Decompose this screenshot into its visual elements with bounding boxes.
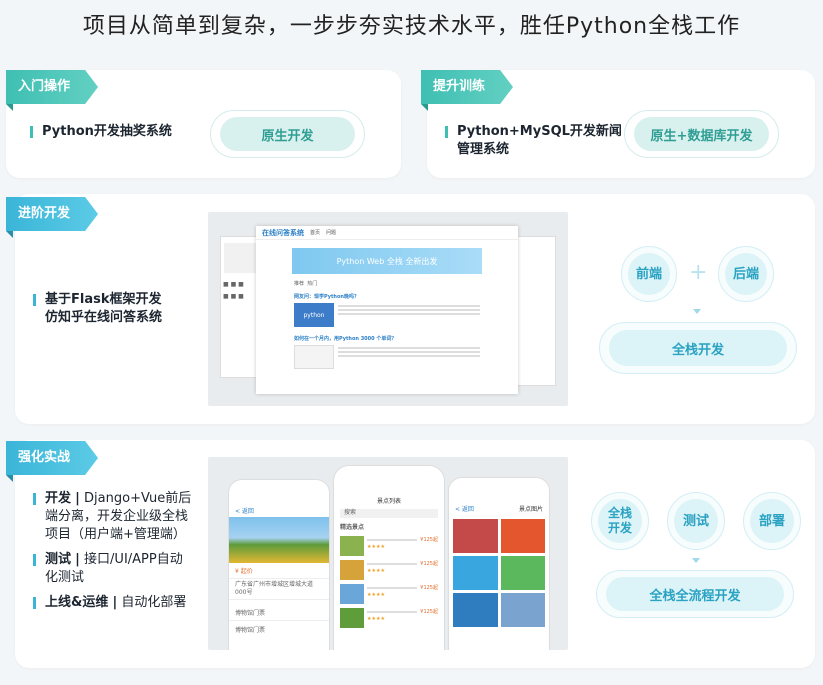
fullstack-circle-label: 全栈开发 — [598, 499, 642, 543]
advanced-item-line1: 基于Flask框架开发 — [45, 292, 162, 307]
phone-2-price-2: ¥125起 — [420, 561, 438, 567]
mock-filter-2: 热门 — [307, 281, 318, 287]
upgrade-card: 提升训练 Python+MySQL开发新闻 管理系统 原生+数据库开发 — [421, 70, 815, 178]
phone-1-address: 广东省广州市增城区增城大道000号 — [229, 578, 329, 599]
deploy-circle: 部署 — [743, 492, 801, 550]
phone-2-search: 搜索 — [340, 509, 438, 518]
advanced-tag: 进阶开发 — [6, 197, 98, 231]
deploy-circle-label: 部署 — [750, 499, 794, 543]
dev-line3: 项目（用户端+管理端） — [45, 527, 186, 542]
mock-right-panel — [516, 236, 556, 386]
phone-1-ticket-2: 博物馆门票 — [229, 620, 329, 637]
backend-label: 后端 — [725, 253, 767, 295]
advanced-arrow-icon — [693, 309, 701, 314]
phone-3: < 返回 景点图片 — [448, 477, 550, 650]
mock-post-2-title: 如何在一个月内，用Python 3000 个单词？ — [294, 336, 397, 342]
test-bold: 测试 — [45, 552, 72, 567]
phone-3-grid — [449, 513, 549, 633]
entry-tag: 入门操作 — [6, 70, 98, 104]
phone-2-title: 景点列表 — [376, 498, 401, 505]
sep-3: | — [112, 595, 118, 610]
mock-post-1: 网友问：现学Python晚吗？ python — [294, 293, 480, 327]
phone-1-back: < 返回 — [235, 508, 254, 515]
test-line1: 接口/UI/APP自动 — [84, 552, 183, 567]
advanced-item: 基于Flask框架开发 仿知乎在线问答系统 — [33, 291, 213, 327]
upgrade-item: Python+MySQL开发新闻 管理系统 — [445, 123, 635, 159]
ops-line1: 自动化部署 — [121, 595, 187, 610]
advanced-card: 进阶开发 基于Flask框架开发 仿知乎在线问答系统 ■ ■ ■ ■ ■ ■ 在… — [6, 194, 815, 424]
strengthen-tag-fold — [6, 475, 13, 482]
plus-icon: + — [689, 260, 708, 285]
entry-pill-label: 原生开发 — [220, 117, 355, 151]
test-circle: 测试 — [667, 492, 725, 550]
flow-pill: 全栈全流程开发 — [596, 570, 794, 618]
strengthen-item-test: 测试 | 接口/UI/APP自动 化测试 — [33, 551, 213, 587]
phone-2-list: ★★★★ ¥125起 ★★★★ ¥125起 ★★★★ ¥125起 ★★★★ ¥125起 — [334, 534, 444, 634]
backend-circle: 后端 — [718, 246, 774, 302]
strengthen-tag: 强化实战 — [6, 441, 98, 475]
mock-tab-q: 问题 — [326, 230, 337, 236]
qa-site-screenshot: ■ ■ ■ ■ ■ ■ 在线问答系统 首页 问题 Python Web 全栈 全… — [208, 212, 568, 406]
upgrade-item-line1: Python+MySQL开发新闻 — [457, 124, 622, 139]
mock-site-title: 在线问答系统 — [262, 228, 304, 237]
mock-left-panel: ■ ■ ■ ■ ■ ■ — [220, 236, 260, 378]
page-headline: 项目从简单到复杂，一步步夯实技术水平，胜任Python全栈工作 — [82, 14, 741, 39]
fullstack-pill: 全栈开发 — [599, 322, 797, 374]
fullstack-label: 全栈开发 — [609, 330, 787, 366]
phone-1-ticket-1: 博物馆门票 — [229, 599, 329, 620]
dev-line1: Django+Vue前后 — [84, 491, 192, 506]
app-screenshots: < 返回 ¥ 起价 广东省广州市增城区增城大道000号 博物馆门票 博物馆门票 … — [208, 457, 568, 650]
phone-2-price-3: ¥125起 — [420, 585, 438, 591]
dev-bold: 开发 — [45, 491, 72, 506]
strengthen-item-ops: 上线&运维 | 自动化部署 — [33, 594, 213, 612]
upgrade-pill-label: 原生+数据库开发 — [634, 117, 769, 151]
fullstack-circle: 全栈开发 — [591, 492, 649, 550]
test-line2: 化测试 — [45, 570, 85, 585]
sep-1: | — [75, 491, 80, 506]
strengthen-arrow-icon — [692, 558, 700, 563]
frontend-circle: 前端 — [621, 246, 677, 302]
mock-tab-home: 首页 — [310, 230, 321, 236]
upgrade-tag-fold — [421, 104, 428, 111]
phone-2: 景点列表 搜索 精选景点 ★★★★ ¥125起 ★★★★ ¥125起 ★★★★ ¥12… — [333, 465, 445, 650]
mock-filter-1: 推荐 — [294, 281, 305, 287]
phone-2-price-4: ¥125起 — [420, 609, 438, 615]
mock-post-2-thumb — [294, 345, 334, 369]
strengthen-desc: 开发 | Django+Vue前后 端分离，开发企业级全栈 项目（用户端+管理端… — [33, 490, 213, 612]
strengthen-card: 强化实战 开发 | Django+Vue前后 端分离，开发企业级全栈 项目（用户… — [6, 440, 815, 668]
phone-1-hero — [229, 517, 329, 563]
phone-3-title: 景点图片 — [518, 506, 543, 513]
mock-main-page: 在线问答系统 首页 问题 Python Web 全栈 全新出发 推荐 热门 网友… — [256, 226, 518, 394]
phone-1: < 返回 ¥ 起价 广东省广州市增城区增城大道000号 博物馆门票 博物馆门票 — [228, 479, 330, 650]
phone-1-price: ¥ 起价 — [235, 568, 253, 575]
mock-banner: Python Web 全栈 全新出发 — [292, 248, 482, 274]
dev-line2: 端分离，开发企业级全栈 — [45, 509, 189, 524]
phone-2-price-1: ¥125起 — [420, 537, 438, 543]
advanced-tag-fold — [6, 231, 13, 238]
flow-label: 全栈全流程开发 — [606, 577, 784, 611]
mock-post-1-thumb: python — [294, 303, 334, 327]
ops-bold: 上线&运维 — [45, 595, 109, 610]
phone-2-section: 精选景点 — [340, 524, 365, 531]
entry-item: Python开发抽奖系统 — [30, 123, 172, 141]
frontend-label: 前端 — [628, 253, 670, 295]
phone-3-back: < 返回 — [455, 506, 474, 513]
entry-tag-fold — [6, 104, 13, 111]
upgrade-item-line2: 管理系统 — [457, 142, 510, 157]
mock-post-2: 如何在一个月内，用Python 3000 个单词？ — [294, 335, 480, 369]
entry-pill: 原生开发 — [210, 110, 365, 158]
mock-post-1-title: 网友问：现学Python晚吗？ — [294, 294, 359, 300]
upgrade-pill: 原生+数据库开发 — [624, 110, 779, 158]
entry-card: 入门操作 Python开发抽奖系统 原生开发 — [6, 70, 401, 178]
strengthen-item-dev: 开发 | Django+Vue前后 端分离，开发企业级全栈 项目（用户端+管理端… — [33, 490, 213, 544]
test-circle-label: 测试 — [674, 499, 718, 543]
upgrade-tag: 提升训练 — [421, 70, 513, 104]
sep-2: | — [75, 552, 80, 567]
advanced-item-line2: 仿知乎在线问答系统 — [45, 310, 163, 325]
